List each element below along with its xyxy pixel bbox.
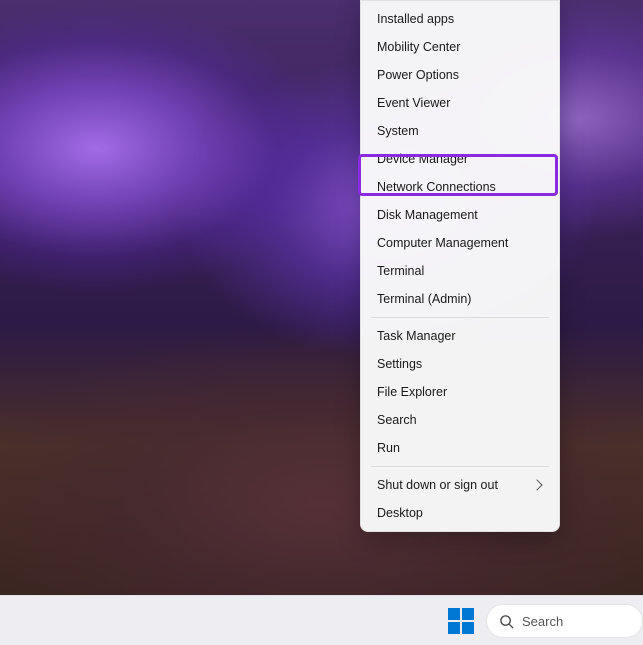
menu-item-label: Computer Management bbox=[377, 236, 508, 250]
menu-item-event-viewer[interactable]: Event Viewer bbox=[365, 89, 555, 117]
windows-logo-icon bbox=[448, 608, 460, 620]
menu-item-label: Search bbox=[377, 413, 417, 427]
menu-item-mobility-center[interactable]: Mobility Center bbox=[365, 33, 555, 61]
start-button[interactable] bbox=[448, 608, 474, 634]
winx-context-menu: Installed apps Mobility Center Power Opt… bbox=[360, 0, 560, 532]
taskbar-search[interactable]: Search bbox=[486, 604, 643, 638]
taskbar: Search bbox=[0, 595, 643, 645]
menu-item-shut-down[interactable]: Shut down or sign out bbox=[365, 471, 555, 499]
menu-item-label: System bbox=[377, 124, 419, 138]
menu-item-label: File Explorer bbox=[377, 385, 447, 399]
menu-item-label: Task Manager bbox=[377, 329, 456, 343]
menu-item-label: Installed apps bbox=[377, 12, 454, 26]
chevron-right-icon bbox=[531, 479, 542, 490]
menu-item-label: Terminal bbox=[377, 264, 424, 278]
menu-item-label: Device Manager bbox=[377, 152, 468, 166]
menu-item-label: Power Options bbox=[377, 68, 459, 82]
menu-item-installed-apps[interactable]: Installed apps bbox=[365, 5, 555, 33]
menu-item-settings[interactable]: Settings bbox=[365, 350, 555, 378]
menu-item-label: Shut down or sign out bbox=[377, 478, 498, 492]
menu-item-desktop[interactable]: Desktop bbox=[365, 499, 555, 527]
menu-item-run[interactable]: Run bbox=[365, 434, 555, 462]
search-placeholder: Search bbox=[522, 614, 563, 629]
menu-separator bbox=[371, 317, 549, 318]
menu-item-label: Event Viewer bbox=[377, 96, 450, 110]
menu-item-search[interactable]: Search bbox=[365, 406, 555, 434]
menu-item-network-connections[interactable]: Network Connections bbox=[365, 173, 555, 201]
menu-item-device-manager[interactable]: Device Manager bbox=[365, 145, 555, 173]
menu-item-computer-management[interactable]: Computer Management bbox=[365, 229, 555, 257]
menu-item-label: Network Connections bbox=[377, 180, 496, 194]
menu-item-task-manager[interactable]: Task Manager bbox=[365, 322, 555, 350]
menu-item-system[interactable]: System bbox=[365, 117, 555, 145]
search-icon bbox=[499, 614, 514, 629]
menu-item-label: Run bbox=[377, 441, 400, 455]
menu-item-terminal[interactable]: Terminal bbox=[365, 257, 555, 285]
menu-item-label: Terminal (Admin) bbox=[377, 292, 471, 306]
menu-item-disk-management[interactable]: Disk Management bbox=[365, 201, 555, 229]
menu-item-power-options[interactable]: Power Options bbox=[365, 61, 555, 89]
menu-item-label: Disk Management bbox=[377, 208, 478, 222]
menu-item-label: Mobility Center bbox=[377, 40, 460, 54]
menu-item-file-explorer[interactable]: File Explorer bbox=[365, 378, 555, 406]
menu-item-terminal-admin[interactable]: Terminal (Admin) bbox=[365, 285, 555, 313]
menu-item-label: Desktop bbox=[377, 506, 423, 520]
menu-item-label: Settings bbox=[377, 357, 422, 371]
menu-separator bbox=[371, 466, 549, 467]
